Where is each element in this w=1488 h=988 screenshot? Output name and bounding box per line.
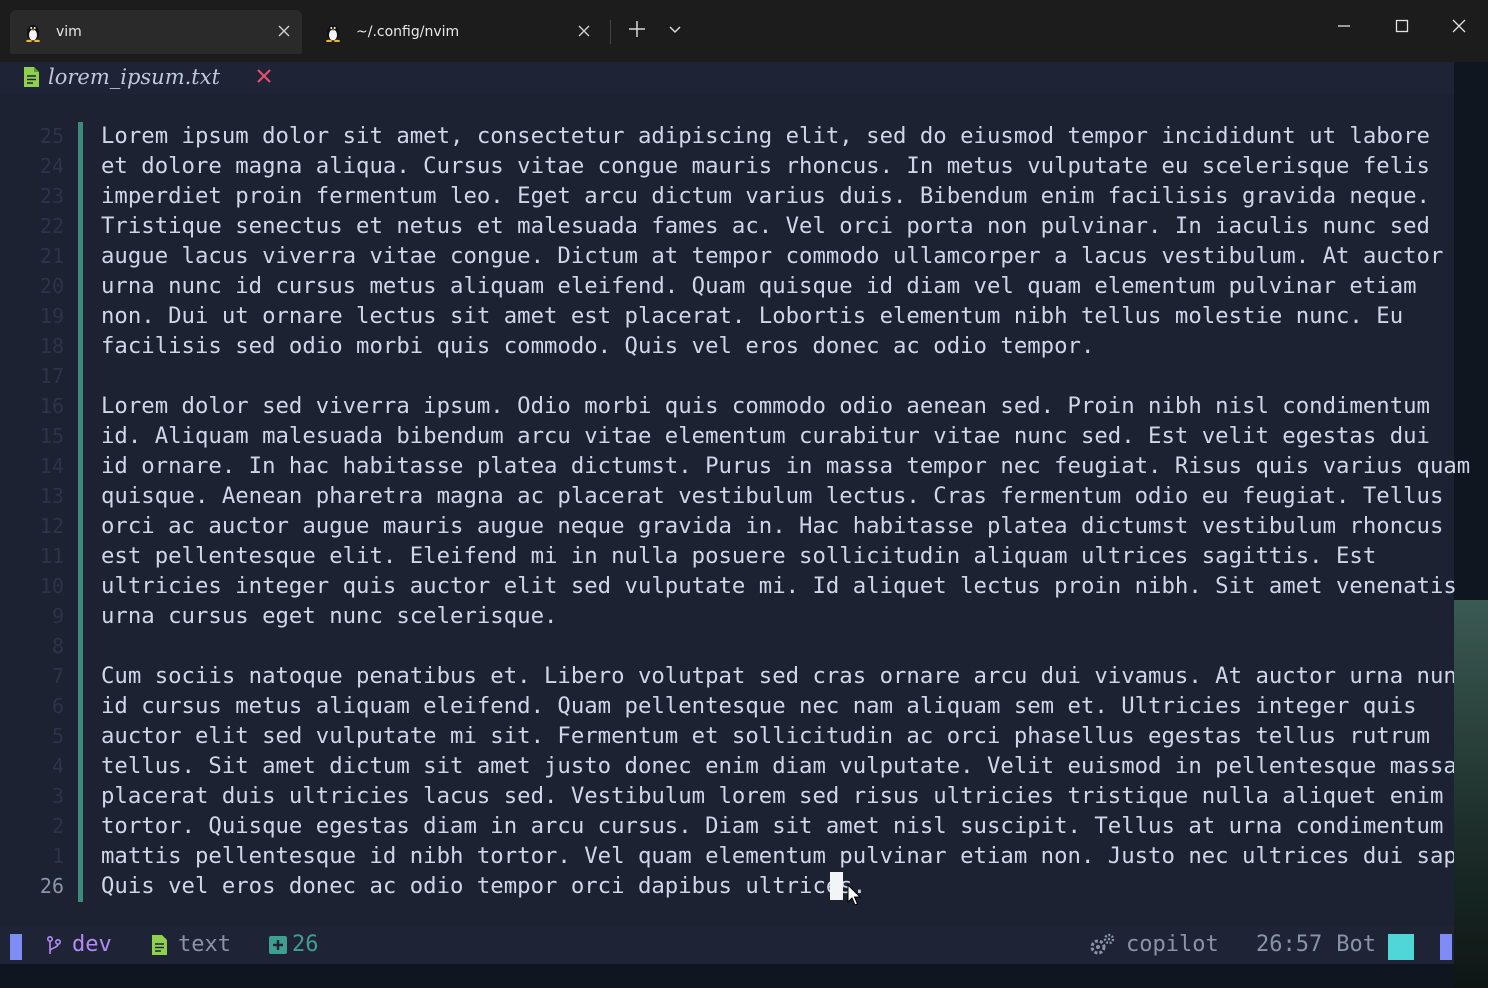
close-icon[interactable] [1445,12,1473,40]
scrollbar-indicator [1388,934,1414,960]
line-number: 20 [39,274,64,298]
line-number: 22 [39,214,64,238]
text-line[interactable]: imperdiet proin fermentum leo. Eget arcu… [101,181,1454,211]
mouse-pointer-icon [847,884,861,906]
line-number: 17 [39,364,64,388]
text-line[interactable]: ultricies integer quis auctor elit sed v… [101,571,1457,601]
diff-added-count: 26 [292,932,319,957]
line-number: 2 [51,814,64,838]
lsp-client-name: copilot [1126,932,1219,957]
text-line[interactable]: id. Aliquam malesuada bibendum arcu vita… [101,421,1454,451]
gears-icon [1090,933,1115,955]
line-number: 1 [51,844,64,868]
linux-icon [326,25,340,42]
close-tab-icon[interactable] [276,23,292,39]
line-number: 7 [51,664,64,688]
cursor-position-label: 26:57 [1256,932,1323,957]
branch-name: dev [72,932,112,957]
line-number: 6 [51,694,64,718]
line-number: 24 [39,154,64,178]
text-cursor [830,872,843,900]
mode-indicator [10,934,22,960]
text-file-icon [24,67,39,87]
statusline: dev text 26 copilot 26:57 Bot [0,926,1454,964]
line-number: 9 [51,604,64,628]
tab-vim[interactable]: vim [10,10,302,54]
line-number: 16 [39,394,64,418]
text-line[interactable]: et dolore magna aliqua. Cursus vitae con… [101,151,1454,181]
text-line[interactable] [101,361,1454,391]
text-line[interactable]: Lorem ipsum dolor sit amet, consectetur … [101,121,1454,151]
text-line[interactable]: urna cursus eget nunc scelerisque. [101,601,1454,631]
line-number: 11 [39,544,64,568]
text-line[interactable] [101,631,1454,661]
line-number: 12 [39,514,64,538]
line-number: 21 [39,244,64,268]
text-line[interactable]: id cursus metus aliquam eleifend. Quam p… [101,691,1454,721]
bufferline: lorem_ipsum.txt [0,62,1454,94]
line-number: 10 [39,574,64,598]
line-number-gutter: 25 24 23 22 21 20 19 18 17 16 15 14 13 12 11 10 9 8 7 6 5 4 3 2… [18,121,64,901]
line-number: 5 [51,724,64,748]
line-number: 4 [51,754,64,778]
close-buffer-icon[interactable] [255,67,273,85]
maximize-icon[interactable] [1388,12,1416,40]
line-number: 18 [39,334,64,358]
new-tab-plus-icon[interactable] [626,18,648,40]
line-number: 26 [39,874,64,898]
buffer-filename[interactable]: lorem_ipsum.txt [48,62,220,92]
line-number: 23 [39,184,64,208]
line-number: 3 [51,784,64,808]
line-number: 13 [39,484,64,508]
line-number: 8 [51,634,64,658]
text-line[interactable]: non. Dui ut ornare lectus sit amet est p… [101,301,1454,331]
text-line[interactable]: est pellentesque elit. Eleifend mi in nu… [101,541,1454,571]
line-number: 19 [39,304,64,328]
text-line[interactable]: urna nunc id cursus metus aliquam eleife… [101,271,1454,301]
mode-indicator-right [1440,934,1452,960]
text-line[interactable]: tortor. Quisque egestas diam in arcu cur… [101,811,1454,841]
git-diff-added: 26 [268,926,319,964]
line-number: 14 [39,454,64,478]
text-line[interactable]: Quis vel eros donec ac odio tempor orci … [101,871,1454,901]
chevron-down-icon[interactable] [664,18,686,40]
text-line[interactable]: Tristique senectus et netus et malesuada… [101,211,1454,241]
line-number: 15 [39,424,64,448]
tab-config-nvim[interactable]: ~/.config/nvim [310,10,602,54]
text-buffer[interactable]: Lorem ipsum dolor sit amet, consectetur … [101,121,1488,901]
text-line[interactable]: orci ac auctor augue mauris augue neque … [101,511,1454,541]
tab-title: ~/.config/nvim [356,24,460,40]
terminal-titlebar: vim ~/.config/nvim [0,0,1488,62]
diff-added-icon [269,936,287,954]
git-added-sign-column [78,122,83,902]
text-line[interactable]: placerat duis ultricies lacus sed. Vesti… [101,781,1454,811]
git-branch: dev [46,926,112,964]
tab-title: vim [56,24,82,40]
text-line[interactable]: facilisis sed odio morbi quis commodo. Q… [101,331,1454,361]
text-line[interactable]: id ornare. In hac habitasse platea dictu… [101,451,1470,481]
cursor-position: 26:57 Bot [1256,926,1376,964]
filetype: text [150,926,231,964]
text-line[interactable]: Cum sociis natoque penatibus et. Libero … [101,661,1470,691]
lsp-status: copilot [1088,926,1219,964]
desktop-background [1454,600,1488,988]
text-line[interactable]: quisque. Aenean pharetra magna ac placer… [101,481,1454,511]
line-number: 25 [39,124,64,148]
scroll-position-label: Bot [1336,932,1376,957]
text-line[interactable]: auctor elit sed vulputate mi sit. Fermen… [101,721,1454,751]
filetype-label: text [178,932,231,957]
text-line[interactable]: augue lacus viverra vitae congue. Dictum… [101,241,1454,271]
text-line[interactable]: Lorem dolor sed viverra ipsum. Odio morb… [101,391,1454,421]
tab-separator [610,20,611,44]
linux-icon [26,25,40,42]
close-tab-icon[interactable] [576,23,592,39]
text-file-icon [152,935,167,955]
text-line[interactable]: mattis pellentesque id nibh tortor. Vel … [101,841,1488,871]
text-line[interactable]: tellus. Sit amet dictum sit amet justo d… [101,751,1457,781]
minimize-icon[interactable] [1330,12,1358,40]
git-branch-icon [46,935,62,954]
